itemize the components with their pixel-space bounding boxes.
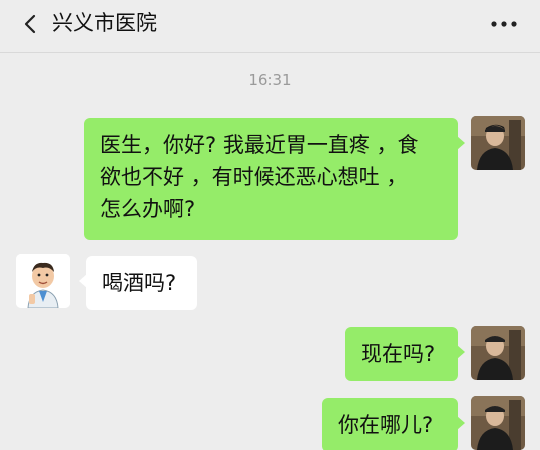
message-text-line: 怎么办啊? <box>100 197 196 221</box>
message-text-line: 欲也不好 ，有时候还恶心想吐 ， <box>100 165 408 189</box>
user-avatar[interactable] <box>471 326 525 380</box>
outgoing-message-bubble[interactable]: 你在哪儿? <box>322 398 465 450</box>
message-timestamp: 16:31 <box>248 71 292 89</box>
chevron-left-icon[interactable] <box>20 13 42 35</box>
chat-title: 兴义市医院 <box>52 11 157 35</box>
bubble-tail <box>457 136 465 150</box>
outgoing-message-bubble[interactable]: 现在吗? <box>345 327 465 381</box>
message-text-line: 你在哪儿? <box>338 413 434 437</box>
incoming-message-bubble[interactable]: 喝酒吗? <box>79 256 197 310</box>
doctor-avatar[interactable] <box>16 254 70 308</box>
bubble-tail <box>457 345 465 359</box>
outgoing-message-bubble[interactable]: 医生，你好? 我最近胃一直疼 ，食 欲也不好 ，有时候还恶心想吐 ， 怎么办啊? <box>84 118 465 240</box>
bubble-tail <box>457 416 465 430</box>
message-text-line: 喝酒吗? <box>102 271 177 295</box>
bubble-tail <box>79 274 87 288</box>
user-avatar[interactable] <box>471 396 525 450</box>
ellipsis-icon[interactable] <box>488 14 520 34</box>
message-text-line: 现在吗? <box>361 342 436 366</box>
header-divider <box>0 52 540 53</box>
chat-header: 兴义市医院 <box>0 0 540 48</box>
message-text-line: 医生，你好? 我最近胃一直疼 ，食 <box>100 133 419 157</box>
user-avatar[interactable] <box>471 116 525 170</box>
